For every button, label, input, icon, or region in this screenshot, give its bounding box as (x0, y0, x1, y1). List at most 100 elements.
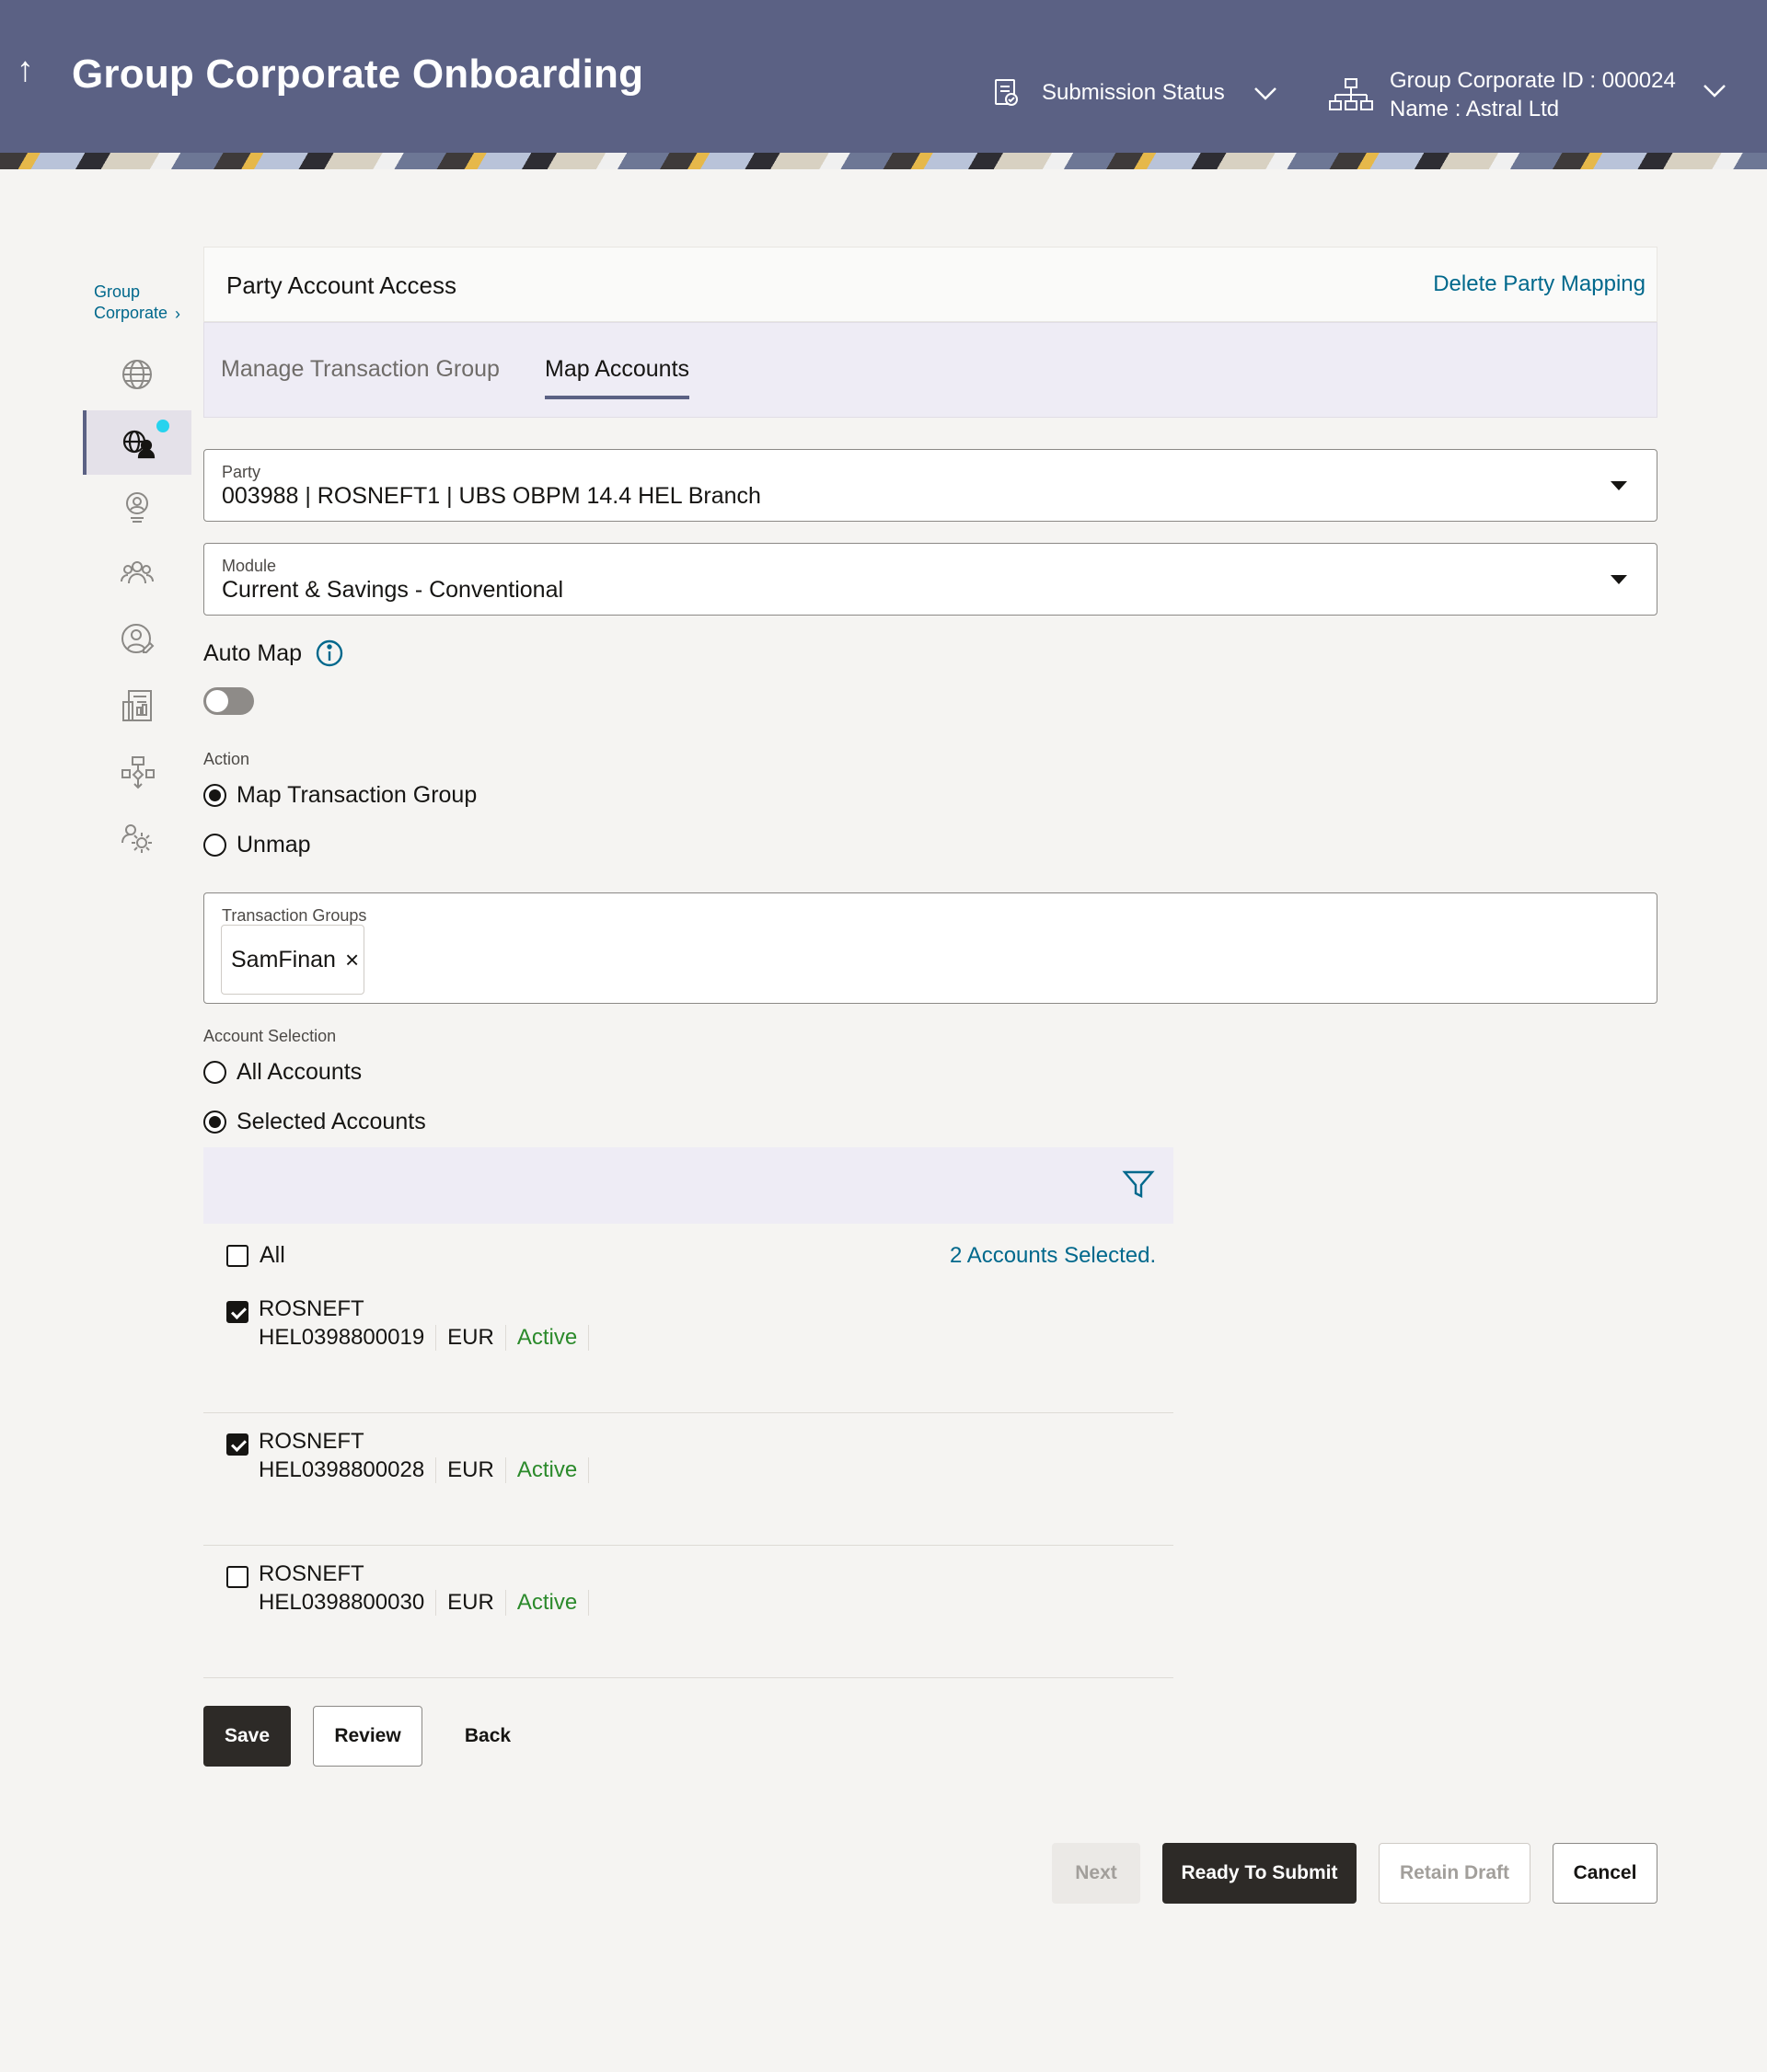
radio-button[interactable] (203, 834, 226, 857)
module-value: Current & Savings - Conventional (222, 577, 564, 603)
back-arrow-icon[interactable]: ↑ (17, 52, 44, 88)
select-all-row[interactable]: All (226, 1242, 285, 1269)
radio-label: Selected Accounts (237, 1109, 426, 1134)
close-icon[interactable]: × (345, 946, 359, 974)
rail-globe[interactable] (83, 342, 191, 407)
ready-to-submit-button[interactable]: Ready To Submit (1162, 1843, 1357, 1904)
rail-user-badge[interactable] (83, 475, 191, 539)
account-name: ROSNEFT (259, 1429, 364, 1454)
hierarchy-icon (1329, 78, 1373, 110)
chevron-right-icon: › (175, 305, 180, 323)
account-meta: HEL0398800019 EUR Active (259, 1325, 600, 1351)
next-button[interactable]: Next (1052, 1843, 1140, 1904)
cancel-button[interactable]: Cancel (1553, 1843, 1657, 1904)
select-all-checkbox[interactable] (226, 1244, 248, 1267)
radio-selected-accounts[interactable]: Selected Accounts (203, 1109, 426, 1135)
account-number: HEL0398800028 (259, 1457, 437, 1483)
tab-map-accounts[interactable]: Map Accounts (545, 356, 690, 399)
party-select[interactable]: Party 003988 | ROSNEFT1 | UBS OBPM 14.4 … (203, 449, 1657, 522)
account-status: Active (517, 1457, 590, 1483)
users-group-icon (121, 561, 154, 584)
radio-button[interactable] (203, 784, 226, 807)
page-title: Group Corporate Onboarding (72, 52, 644, 97)
module-select[interactable]: Module Current & Savings - Conventional (203, 543, 1657, 616)
group-corporate-name: Name : Astral Ltd (1390, 97, 1560, 121)
module-label: Module (222, 557, 277, 575)
party-label: Party (222, 463, 261, 481)
radio-label: Map Transaction Group (237, 782, 478, 808)
chip-label: SamFinan (231, 946, 336, 973)
settings-users-icon (121, 824, 152, 853)
tab-bar: Manage Transaction Group Map Accounts (203, 322, 1657, 418)
card-title: Party Account Access (226, 271, 457, 299)
delete-party-mapping-link[interactable]: Delete Party Mapping (1433, 271, 1646, 297)
radio-all-accounts[interactable]: All Accounts (203, 1059, 362, 1086)
account-row: ROSNEFT HEL0398800030 EUR Active (203, 1546, 1173, 1678)
rail-users-group[interactable] (83, 541, 191, 605)
account-currency: EUR (447, 1457, 506, 1483)
notification-dot (156, 420, 169, 432)
radio-map-transaction-group[interactable]: Map Transaction Group (203, 782, 477, 809)
caret-down-icon (1611, 575, 1627, 584)
chevron-down-icon (1253, 87, 1276, 100)
radio-button[interactable] (203, 1111, 226, 1134)
radio-label: Unmap (237, 832, 311, 858)
account-checkbox[interactable] (226, 1433, 248, 1456)
globe-icon (122, 360, 152, 389)
auto-map-row: Auto Map (203, 639, 344, 668)
breadcrumb-group-corporate[interactable]: Group Corporate › (94, 282, 180, 324)
header-decorative-band (0, 153, 1767, 169)
rail-workflow[interactable] (83, 740, 191, 804)
account-name: ROSNEFT (259, 1296, 364, 1321)
retain-draft-button[interactable]: Retain Draft (1379, 1843, 1530, 1904)
rail-settings-users[interactable] (83, 806, 191, 870)
rail-report[interactable] (83, 673, 191, 738)
account-checkbox[interactable] (226, 1301, 248, 1323)
account-number: HEL0398800030 (259, 1590, 437, 1616)
transaction-group-chip: SamFinan × (221, 925, 364, 995)
group-corporate-id: Group Corporate ID : 000024 (1390, 68, 1676, 93)
caret-down-icon (1611, 481, 1627, 490)
workflow-icon (121, 756, 155, 789)
account-checkbox[interactable] (226, 1566, 248, 1588)
account-currency: EUR (447, 1590, 506, 1616)
account-row: ROSNEFT HEL0398800028 EUR Active (203, 1413, 1173, 1546)
breadcrumb-line1: Group (94, 282, 141, 301)
back-button[interactable]: Back (453, 1706, 523, 1767)
account-status: Active (517, 1590, 590, 1616)
save-button[interactable]: Save (203, 1706, 291, 1767)
card-header: Party Account Access Delete Party Mappin… (203, 247, 1657, 322)
radio-unmap[interactable]: Unmap (203, 832, 311, 858)
party-account-icon (122, 430, 156, 459)
rail-party-account-access[interactable] (83, 410, 191, 475)
party-value: 003988 | ROSNEFT1 | UBS OBPM 14.4 HEL Br… (222, 483, 761, 509)
select-all-label: All (260, 1242, 285, 1268)
app-header: ↑ Group Corporate Onboarding Submission … (0, 0, 1767, 169)
document-check-icon (995, 79, 1018, 106)
account-meta: HEL0398800028 EUR Active (259, 1457, 600, 1483)
report-icon (122, 690, 152, 721)
rail-user-edit[interactable] (83, 607, 191, 672)
radio-button[interactable] (203, 1061, 226, 1084)
user-badge-icon (126, 492, 148, 523)
account-meta: HEL0398800030 EUR Active (259, 1590, 600, 1616)
action-label: Action (203, 750, 250, 768)
tab-manage-transaction-group[interactable]: Manage Transaction Group (221, 356, 500, 396)
chevron-down-icon (1703, 85, 1726, 98)
transaction-groups-field[interactable]: Transaction Groups SamFinan × (203, 892, 1657, 1004)
group-corporate-switcher[interactable]: Group Corporate ID : 000024 Name : Astra… (1329, 66, 1727, 123)
review-button[interactable]: Review (313, 1706, 422, 1767)
radio-label: All Accounts (237, 1059, 363, 1085)
account-row: ROSNEFT HEL0398800019 EUR Active (203, 1281, 1173, 1413)
auto-map-toggle[interactable] (203, 687, 254, 715)
info-icon[interactable] (315, 639, 344, 668)
account-selection-label: Account Selection (203, 1027, 337, 1045)
account-number: HEL0398800019 (259, 1325, 437, 1351)
submission-status-label: Submission Status (1042, 80, 1225, 105)
toggle-knob (206, 690, 228, 712)
filter-icon[interactable] (1122, 1168, 1155, 1201)
account-currency: EUR (447, 1325, 506, 1351)
submission-status-dropdown[interactable]: Submission Status (992, 77, 1278, 109)
account-name: ROSNEFT (259, 1561, 364, 1586)
account-status: Active (517, 1325, 590, 1351)
